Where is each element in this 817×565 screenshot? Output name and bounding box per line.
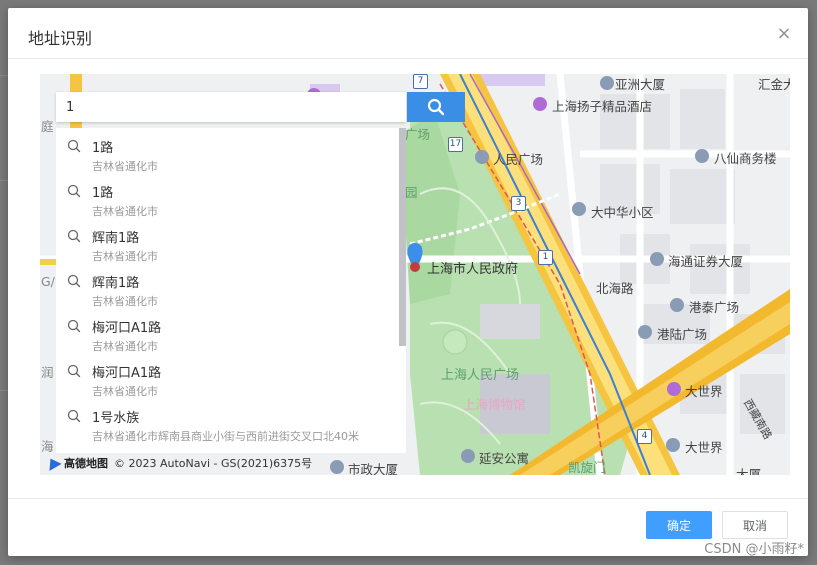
map-label: 亚洲大厦 xyxy=(615,77,666,92)
poi-icon xyxy=(650,252,664,266)
search-icon xyxy=(67,229,81,243)
suggestion-item[interactable]: 1号水族吉林省通化市辉南县商业小街与西前进街交叉口北40米 xyxy=(56,398,396,443)
poi-icon xyxy=(695,149,709,163)
background-divider xyxy=(0,390,8,391)
poi-icon xyxy=(461,449,475,463)
search-icon xyxy=(67,319,81,333)
map-label: 上海人民广场 xyxy=(441,368,520,383)
road-number-shield: 1 xyxy=(538,250,553,265)
map-label: 园 xyxy=(405,185,418,200)
search-icon xyxy=(427,98,445,116)
search-box xyxy=(56,92,406,122)
road-number-shield: 4 xyxy=(637,429,652,444)
copyright-text: © 2023 AutoNavi - GS(2021)6375号 xyxy=(114,457,313,470)
close-icon[interactable]: × xyxy=(776,25,792,43)
map-label: 庭 xyxy=(41,119,54,134)
amap-logo-icon xyxy=(44,455,62,471)
poi-icon xyxy=(667,382,681,396)
map-label: 港泰广场 xyxy=(689,300,740,315)
search-icon xyxy=(67,139,81,153)
suggestion-item[interactable]: 梅河口A1路 吉林省通化市 xyxy=(56,353,396,398)
map-label: 海通证券大厦 xyxy=(668,254,744,269)
confirm-button[interactable]: 确定 xyxy=(646,511,712,539)
map-label: 上海博物馆 xyxy=(463,397,526,412)
map-label: 大世界 xyxy=(685,384,723,399)
suggestion-address: 吉林省通化市 xyxy=(92,385,158,398)
map-label: 润 xyxy=(41,365,54,380)
suggestion-name: 辉南1路 xyxy=(92,231,140,246)
dialog-title: 地址识别 xyxy=(28,29,93,48)
search-input[interactable] xyxy=(56,92,406,122)
map-label: 上海扬子精品酒店 xyxy=(552,99,653,114)
poi-icon xyxy=(638,325,652,339)
map-label: 凯旋门 xyxy=(568,460,606,475)
background-divider xyxy=(0,75,8,76)
map-attribution: 高德地图 © 2023 AutoNavi - GS(2021)6375号 xyxy=(44,455,313,471)
metro-station-icon xyxy=(475,150,489,164)
search-icon xyxy=(67,409,81,423)
suggestion-name: 梅河口A1路 xyxy=(92,366,162,381)
map-label: 汇金大 xyxy=(758,77,790,92)
search-icon xyxy=(67,364,81,378)
suggestion-item[interactable]: 辉南1路吉林省通化市 xyxy=(56,218,396,263)
dialog-header: 地址识别 × xyxy=(8,8,808,59)
map-label: 市政大厦 xyxy=(348,462,399,475)
suggestion-name: 1号水族 xyxy=(92,411,140,426)
road-number-shield: 7 xyxy=(413,74,428,89)
scrollbar[interactable] xyxy=(399,128,406,346)
map-label: 人民广场 xyxy=(493,152,544,167)
map-label: 延安公寓 xyxy=(479,451,530,466)
suggestion-name: 1路 xyxy=(92,141,114,156)
suggestion-name: 1路 xyxy=(92,186,114,201)
road-number-shield: 17 xyxy=(448,137,463,152)
suggestion-address: 吉林省通化市辉南县商业小街与西前进街交叉口北40米 xyxy=(92,430,359,443)
poi-icon xyxy=(572,202,586,216)
watermark: CSDN @小雨籽* xyxy=(704,542,804,557)
suggestion-address: 吉林省通化市 xyxy=(92,250,158,263)
address-recognition-dialog: 地址识别 × 亚洲大厦 汇金大 上海扬子精品酒店 广场 人民广场 八仙商务楼 大… xyxy=(8,8,808,556)
map-label: 北海路 xyxy=(596,281,634,296)
map-view[interactable]: 亚洲大厦 汇金大 上海扬子精品酒店 广场 人民广场 八仙商务楼 大中华小区 海通… xyxy=(40,74,790,475)
dialog-footer: 确定 取消 xyxy=(8,498,808,557)
map-label: 大世界 xyxy=(685,440,723,455)
map-label: G/ xyxy=(41,274,55,289)
road-number-shield: 3 xyxy=(511,196,526,211)
poi-icon xyxy=(670,298,684,312)
suggestion-address: 吉林省通化市 xyxy=(92,340,158,353)
poi-icon xyxy=(330,460,344,474)
amap-logo-text: 高德地图 xyxy=(64,457,108,470)
map-label: 上海市人民政府 xyxy=(427,262,519,277)
cancel-button[interactable]: 取消 xyxy=(722,511,788,539)
search-icon xyxy=(67,184,81,198)
suggestion-item[interactable]: 梅河口A1路 吉林省通化市 xyxy=(56,308,396,353)
poi-icon xyxy=(600,76,614,90)
map-label: 八仙商务楼 xyxy=(714,151,777,166)
suggestion-item[interactable]: 1路吉林省通化市 xyxy=(56,173,396,218)
map-label: 港陆广场 xyxy=(657,327,708,342)
search-icon xyxy=(67,274,81,288)
metro-station-icon xyxy=(666,438,680,452)
suggestion-address: 吉林省通化市 xyxy=(92,205,158,218)
suggestion-name: 梅河口A1路 xyxy=(92,321,162,336)
map-label: 大中华小区 xyxy=(591,205,654,220)
suggestion-name: 辉南1路 xyxy=(92,276,140,291)
hotel-icon xyxy=(533,97,547,111)
suggestion-address: 吉林省通化市 xyxy=(92,160,158,173)
map-label: 海 xyxy=(41,439,54,454)
suggestion-item[interactable]: 1路吉林省通化市 xyxy=(56,128,396,173)
suggestion-address: 吉林省通化市 xyxy=(92,295,158,308)
background-divider xyxy=(0,180,8,181)
map-label: 大厦 xyxy=(736,467,762,475)
map-label: 广场 xyxy=(405,127,431,142)
search-button[interactable] xyxy=(407,92,465,122)
suggestion-item[interactable]: 辉南1路吉林省通化市 xyxy=(56,263,396,308)
suggestion-list: 1路 吉林省通化市 1路 吉林省通化市 辉南1路 吉林省通化市 辉南1路 吉林省通化市 梅河口A… xyxy=(56,128,406,453)
